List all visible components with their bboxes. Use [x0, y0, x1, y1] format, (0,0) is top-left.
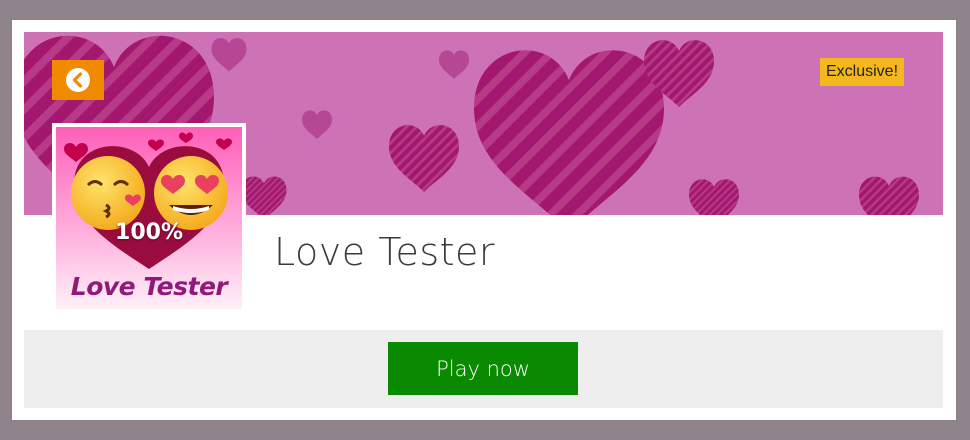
- exclusive-badge: Exclusive!: [820, 58, 905, 86]
- heart-shape: [689, 179, 739, 215]
- game-thumbnail[interactable]: 100% Love Tester: [52, 123, 246, 309]
- game-card: Exclusive! 100% Love Tester Love Tester …: [12, 20, 956, 420]
- thumbnail-art: 100% Love Tester: [56, 127, 242, 309]
- chevron-left-icon: [66, 68, 90, 92]
- heart-shape: [439, 50, 469, 79]
- game-title: Love Tester: [274, 230, 496, 274]
- play-now-button[interactable]: Play now: [388, 342, 578, 395]
- heart-shape: [302, 110, 332, 139]
- heart-shape: [474, 50, 664, 215]
- heart-shape: [241, 176, 287, 215]
- play-bar: Play now: [24, 330, 943, 408]
- back-button[interactable]: [52, 60, 104, 100]
- thumbnail-percent: 100%: [115, 220, 183, 245]
- heart-shape: [859, 176, 919, 215]
- heart-shape: [389, 125, 459, 192]
- heart-shape: [211, 38, 247, 72]
- thumbnail-caption: Love Tester: [70, 272, 228, 301]
